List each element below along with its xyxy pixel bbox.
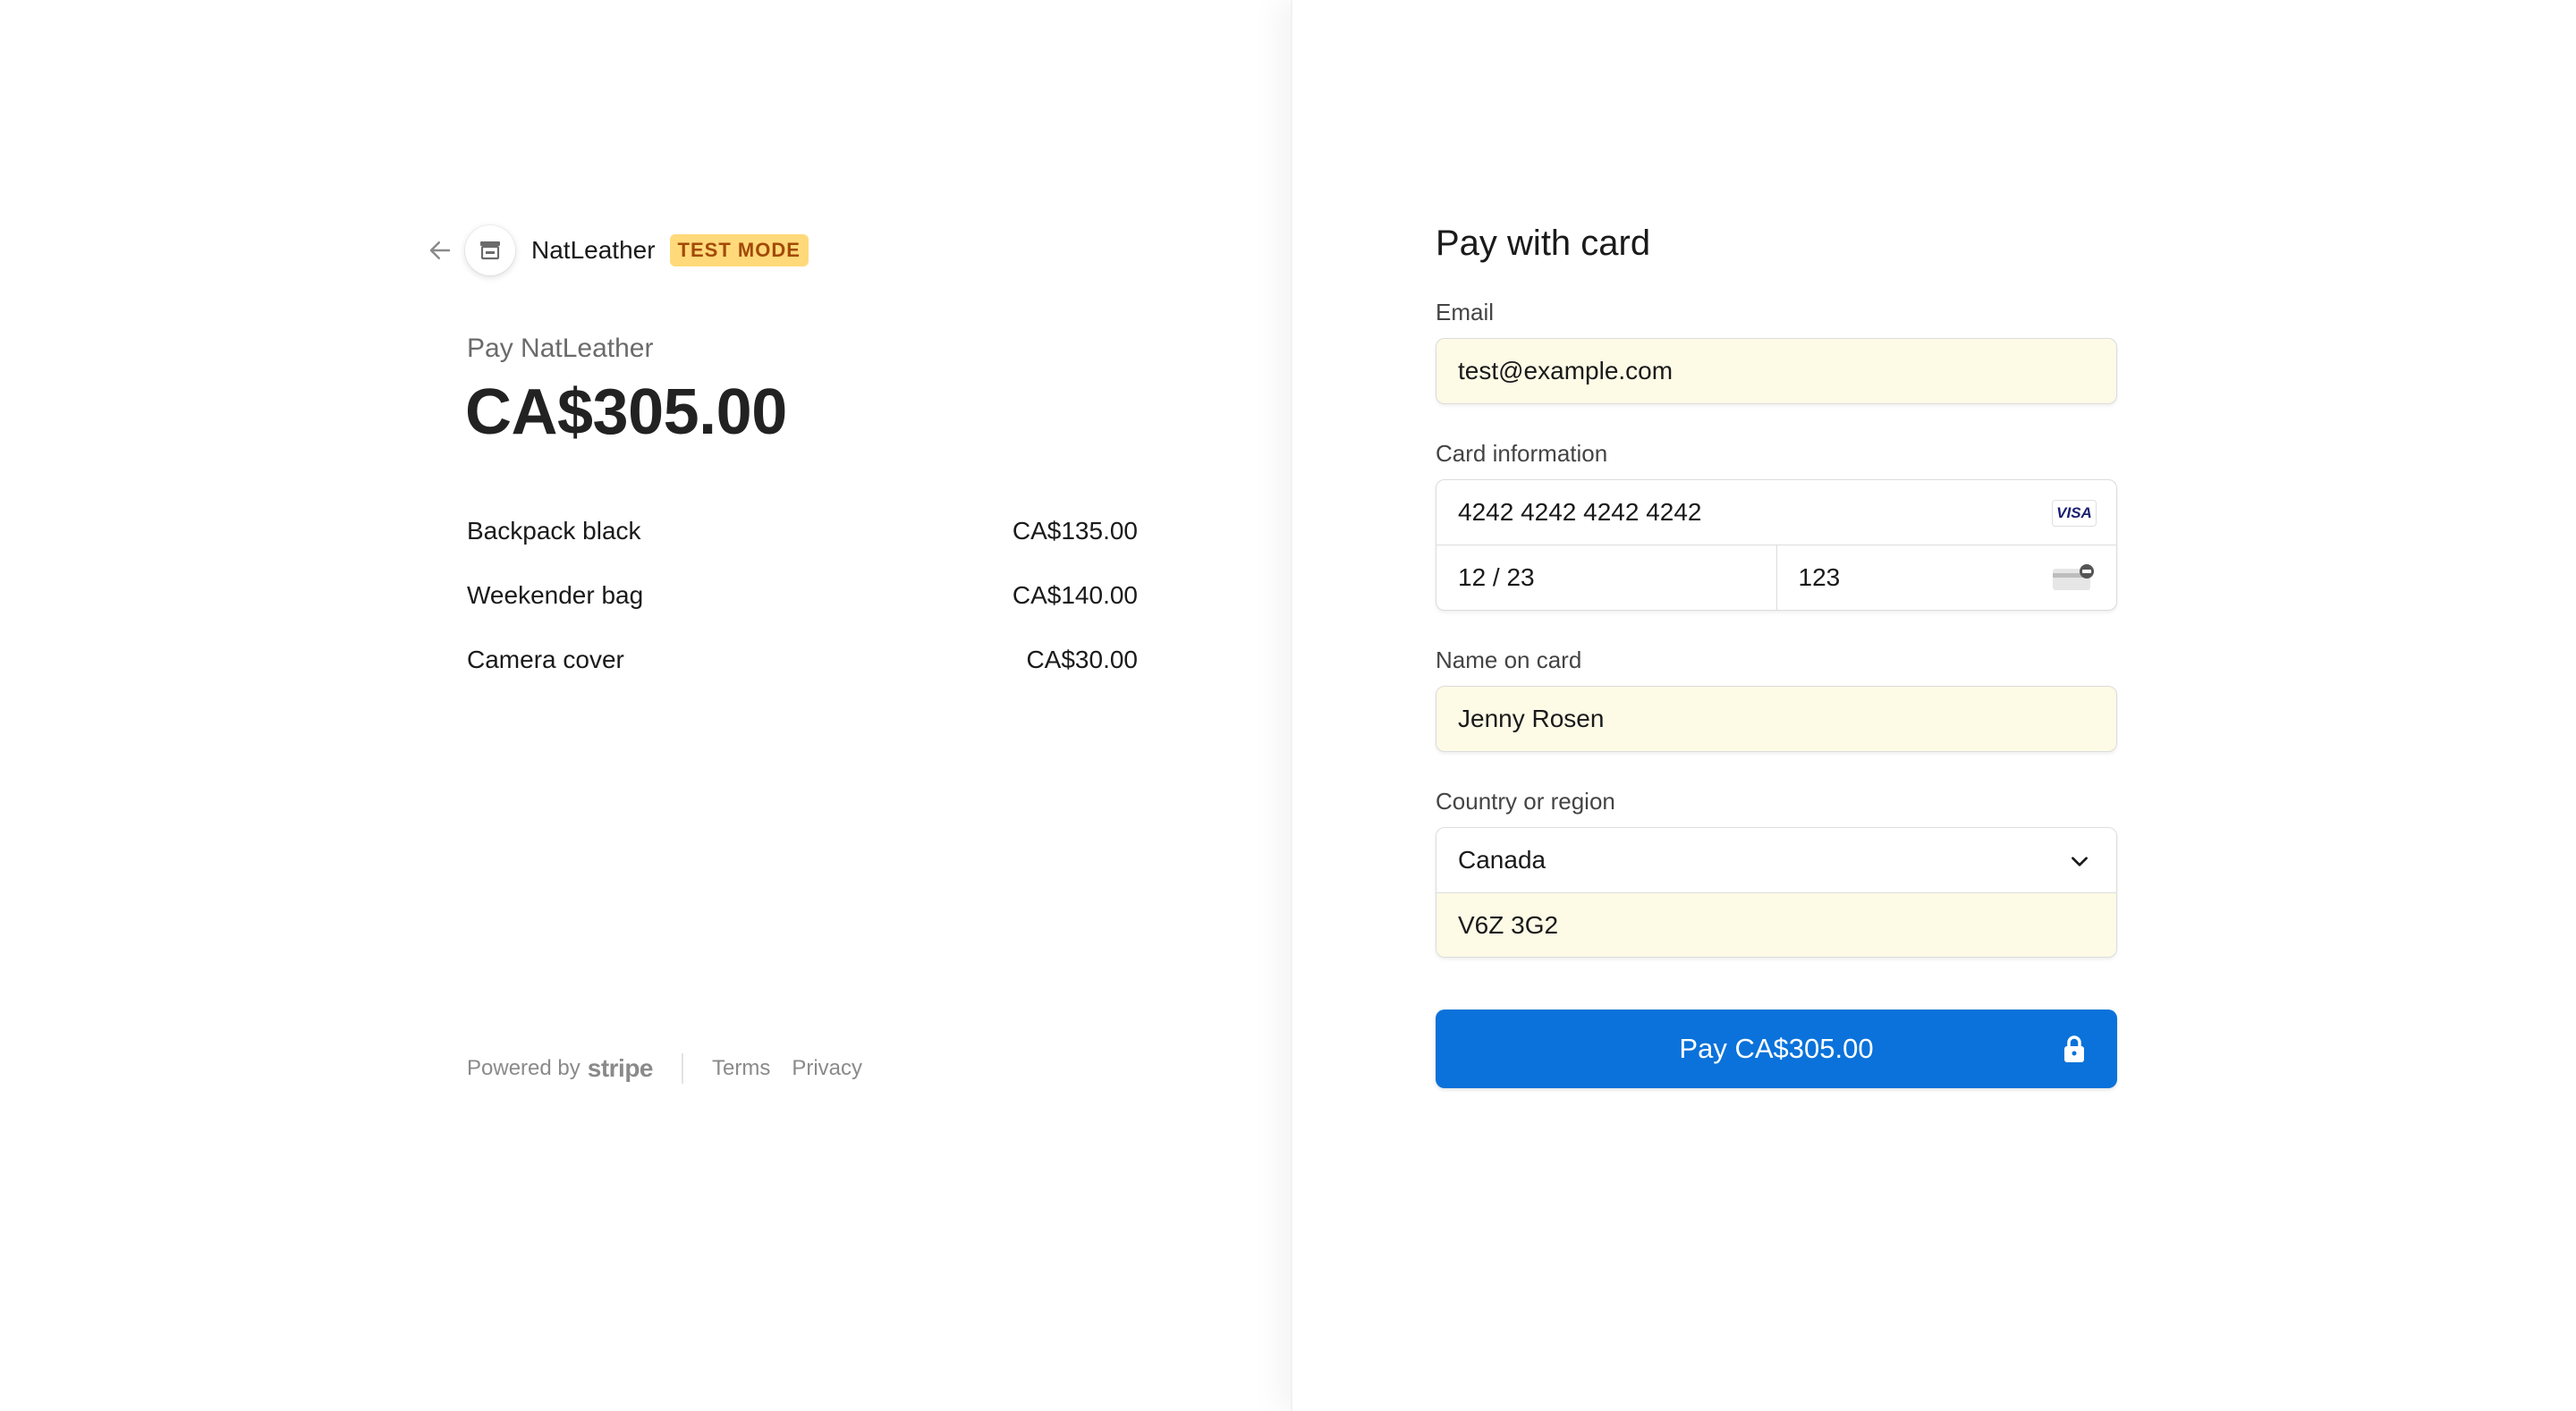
email-field[interactable]: test@example.com [1436, 338, 2117, 404]
name-value[interactable]: Jenny Rosen [1458, 705, 1604, 733]
store-icon [480, 241, 500, 260]
country-select[interactable]: Canada [1436, 828, 2116, 892]
line-item: Backpack black CA$135.00 [467, 517, 1138, 581]
order-summary-pane: NatLeather TEST MODE Pay NatLeather CA$3… [0, 0, 1291, 1411]
form-title: Pay with card [1436, 224, 1651, 263]
payment-form: Pay with card Email test@example.com Car… [1436, 224, 2117, 1088]
line-items: Backpack black CA$135.00 Weekender bag C… [467, 517, 1138, 710]
pay-button[interactable]: Pay CA$305.00 [1436, 1010, 2117, 1088]
email-label: Email [1436, 299, 1495, 325]
email-value[interactable]: test@example.com [1458, 357, 1673, 385]
postal-code-input[interactable]: V6Z 3G2 [1436, 892, 2116, 957]
pay-button-label: Pay CA$305.00 [1679, 1033, 1874, 1064]
item-price: CA$140.00 [1012, 581, 1138, 609]
chevron-down-icon [2072, 857, 2088, 866]
name-on-card-field[interactable]: Jenny Rosen [1436, 686, 2117, 752]
footer-divider [682, 1053, 683, 1084]
card-cvc-value[interactable]: 123 [1799, 563, 1841, 592]
merchant-logo [465, 225, 515, 275]
postal-code-value[interactable]: V6Z 3G2 [1458, 911, 1558, 940]
footer: Powered by stripe Terms Privacy [467, 1053, 862, 1084]
visa-icon: VISA [2052, 500, 2097, 527]
back-button[interactable] [420, 231, 460, 270]
name-label: Name on card [1436, 646, 1582, 673]
card-info-field: 4242 4242 4242 4242 VISA 12 / 23 123 [1436, 479, 2117, 611]
merchant-header: NatLeather TEST MODE [420, 224, 809, 277]
item-name: Weekender bag [467, 581, 644, 609]
item-name: Backpack black [467, 517, 641, 545]
test-mode-badge: TEST MODE [669, 234, 809, 266]
powered-by-label: Powered by [467, 1056, 580, 1080]
item-price: CA$135.00 [1012, 517, 1138, 545]
pane-divider [1291, 0, 1292, 1411]
card-info-label: Card information [1436, 440, 1608, 467]
line-item: Weekender bag CA$140.00 [467, 581, 1138, 646]
back-arrow-icon [429, 241, 451, 259]
card-number-value[interactable]: 4242 4242 4242 4242 [1458, 498, 1702, 527]
card-expiry-input[interactable]: 12 / 23 [1436, 545, 1776, 610]
card-number-input[interactable]: 4242 4242 4242 4242 VISA [1436, 480, 2116, 545]
item-price: CA$30.00 [1026, 646, 1138, 673]
lock-icon [2064, 1035, 2084, 1062]
cvc-card-icon [2053, 564, 2094, 590]
item-name: Camera cover [467, 646, 624, 673]
card-expiry-value[interactable]: 12 / 23 [1458, 563, 1535, 592]
country-value[interactable]: Canada [1458, 846, 1546, 874]
pay-to-label: Pay NatLeather [467, 334, 654, 363]
total-amount: CA$305.00 [465, 376, 787, 448]
merchant-name: NatLeather [531, 236, 656, 264]
terms-link[interactable]: Terms [712, 1056, 770, 1081]
line-item: Camera cover CA$30.00 [467, 646, 1138, 710]
card-cvc-input[interactable]: 123 [1775, 545, 2117, 610]
country-postal-field: Canada V6Z 3G2 [1436, 827, 2117, 958]
privacy-link[interactable]: Privacy [792, 1056, 862, 1081]
country-label: Country or region [1436, 788, 1615, 815]
stripe-logo[interactable]: stripe [588, 1054, 654, 1083]
